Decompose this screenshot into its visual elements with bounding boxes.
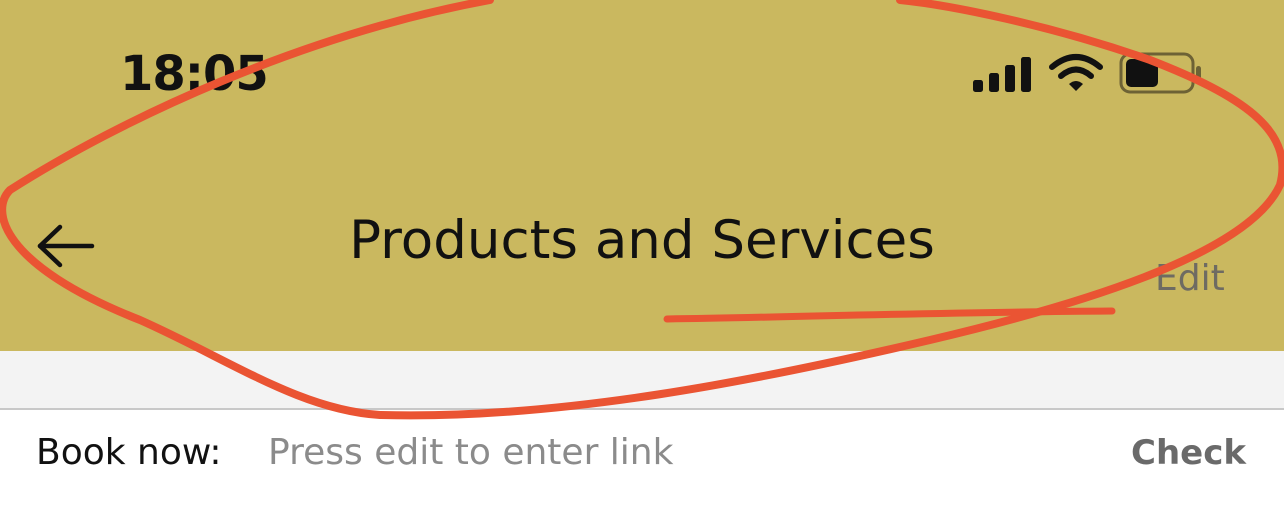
check-link-button[interactable]: Check bbox=[1131, 425, 1246, 481]
status-bar-time: 18:05 bbox=[120, 46, 269, 102]
edit-button[interactable]: Edit bbox=[1155, 254, 1225, 304]
wifi-icon bbox=[1049, 54, 1103, 91]
battery-icon bbox=[1119, 52, 1201, 94]
top-app-bar: 18:05 Products and Services Edit bbox=[0, 0, 1284, 351]
page-title: Products and Services bbox=[349, 210, 935, 271]
section-spacer bbox=[0, 351, 1284, 409]
cellular-signal-icon bbox=[973, 57, 1031, 92]
link-placeholder[interactable]: Press edit to enter link bbox=[268, 425, 673, 481]
book-now-label: Book now: bbox=[36, 432, 222, 473]
row-divider bbox=[0, 408, 1284, 410]
